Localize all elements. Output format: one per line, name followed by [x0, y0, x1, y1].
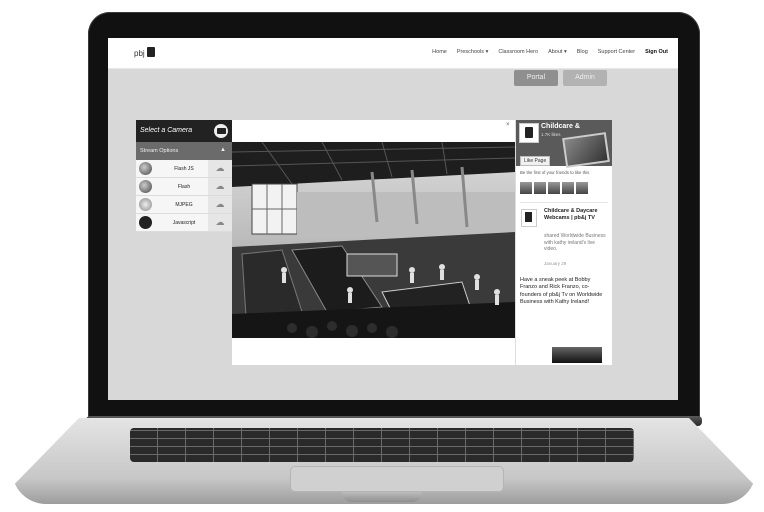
select-camera-header[interactable]: Select a Camera	[136, 120, 232, 142]
avatar[interactable]	[576, 182, 588, 194]
laptop-keyboard	[130, 428, 634, 462]
stream-options-header[interactable]: Stream Options ▲	[136, 142, 232, 160]
nav-link-blog[interactable]: Blog	[577, 49, 588, 55]
stream-option-label: MJPEG	[175, 202, 193, 208]
post-image[interactable]	[552, 347, 602, 363]
camera-icon	[212, 122, 230, 140]
chevron-up-icon: ▲	[220, 147, 226, 153]
cloud-download-icon[interactable]: ☁	[208, 178, 232, 195]
laptop-trackpad	[290, 466, 504, 492]
nav-link-classroom-hero[interactable]: Classroom Hero	[498, 49, 538, 55]
friend-avatars	[520, 182, 608, 194]
stream-option-label: Flash JS	[174, 166, 194, 172]
stream-option-label: Javascript	[172, 220, 196, 226]
avatar[interactable]	[562, 182, 574, 194]
mjpeg-icon	[139, 198, 152, 211]
site-navbar: pbj Home Preschools ▾ Classroom Hero Abo…	[108, 38, 678, 69]
post-text: Have a sneak peek at Bobby Franzo and Ri…	[520, 277, 603, 306]
page-avatar	[519, 123, 539, 143]
stream-option-flash-js[interactable]: Flash JS ☁	[136, 160, 232, 178]
like-page-button[interactable]: Like Page	[520, 156, 551, 166]
cloud-download-icon[interactable]: ☁	[208, 214, 232, 231]
cloud-download-icon[interactable]: ☁	[208, 160, 232, 177]
laptop-notch	[342, 492, 422, 502]
nav-link-about[interactable]: About ▾	[548, 49, 567, 55]
facebook-widget: Childcare & 1.7K likes Like Page Be the …	[515, 120, 612, 365]
laptop-screen: pbj Home Preschools ▾ Classroom Hero Abo…	[108, 38, 678, 400]
avatar[interactable]	[534, 182, 546, 194]
logo-mark-icon	[146, 47, 155, 57]
avatar[interactable]	[520, 182, 532, 194]
close-icon[interactable]: ×	[506, 122, 510, 128]
portal-button[interactable]: Portal	[514, 70, 558, 86]
nav-link-sign-out[interactable]: Sign Out	[645, 49, 668, 55]
stream-option-flash[interactable]: Flash ☁	[136, 178, 232, 196]
javascript-icon	[139, 216, 152, 229]
stream-option-label: Flash	[177, 184, 191, 190]
admin-button[interactable]: Admin	[563, 70, 607, 86]
stream-option-mjpeg[interactable]: MJPEG ☁	[136, 196, 232, 214]
post-shared-text: shared Worldwide Business with kathy ire…	[544, 233, 606, 252]
facebook-page-name: Childcare &	[541, 123, 580, 130]
gym-camera-feed[interactable]	[232, 142, 515, 338]
select-camera-title: Select a Camera	[140, 127, 193, 134]
cloud-download-icon[interactable]: ☁	[208, 196, 232, 213]
stream-option-javascript[interactable]: Javascript ☁	[136, 214, 232, 232]
nav-link-home[interactable]: Home	[432, 49, 447, 55]
nav-link-preschools[interactable]: Preschools ▾	[457, 49, 489, 55]
site-logo[interactable]: pbj	[134, 47, 155, 58]
avatar[interactable]	[548, 182, 560, 194]
facebook-likes-count: 1.7K likes	[541, 132, 561, 137]
facebook-post: Childcare & Daycare Webcams | pb&j TV sh…	[520, 202, 608, 363]
nav-link-support-center[interactable]: Support Center	[598, 49, 635, 55]
facebook-page-header[interactable]: Childcare & 1.7K likes Like Page	[516, 120, 612, 168]
post-author-avatar[interactable]	[521, 209, 537, 227]
nav-links: Home Preschools ▾ Classroom Hero About ▾…	[432, 49, 668, 55]
flash-js-icon	[139, 162, 152, 175]
facebook-cover-photo	[562, 132, 610, 168]
logo-text: pbj	[134, 49, 145, 58]
friends-like-text: Be the first of your friends to like thi…	[520, 170, 590, 175]
post-author-name[interactable]: Childcare & Daycare Webcams | pb&j TV	[544, 208, 606, 222]
flash-icon	[139, 180, 152, 193]
stream-options-label: Stream Options	[140, 148, 179, 154]
post-date[interactable]: January 29	[544, 261, 566, 266]
